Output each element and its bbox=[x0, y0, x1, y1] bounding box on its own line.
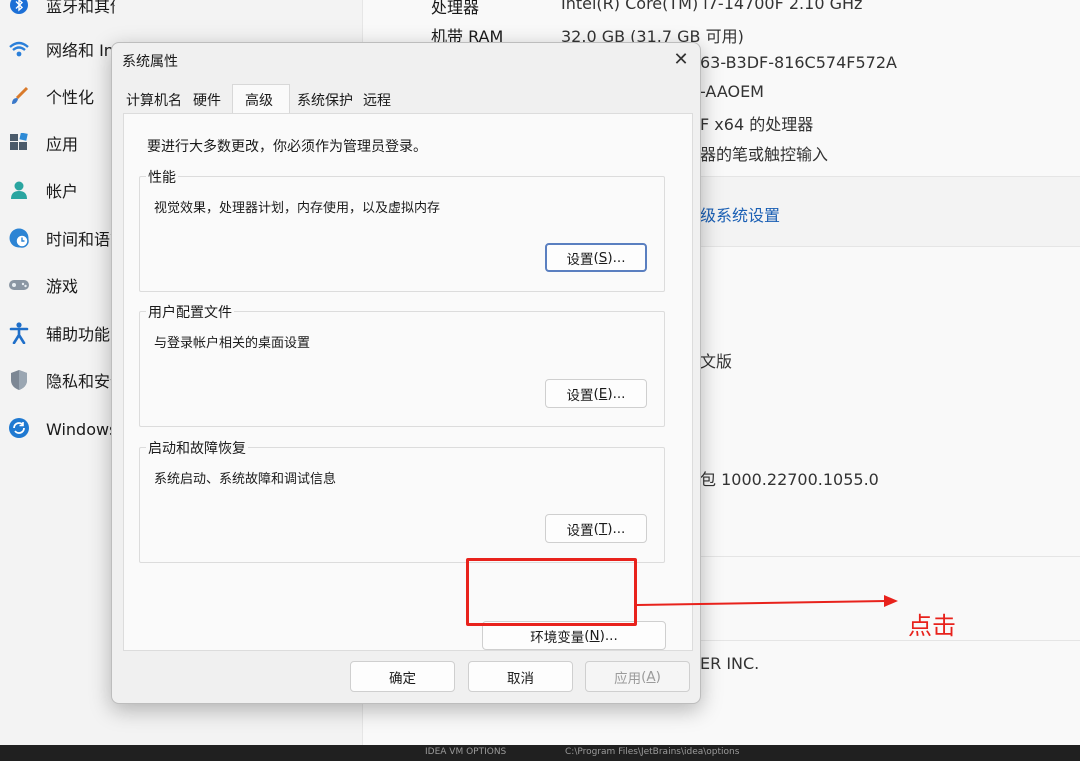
group-title: 性能 bbox=[146, 167, 178, 187]
access-key: T bbox=[598, 520, 608, 537]
company-value: ER INC. bbox=[700, 654, 760, 673]
sidebar-item-privacy[interactable]: 隐私和安全性 bbox=[0, 360, 115, 400]
group-description: 与登录帐户相关的桌面设置 bbox=[154, 336, 311, 351]
group-description: 系统启动、系统故障和调试信息 bbox=[154, 472, 337, 487]
startup-recovery-settings-button[interactable]: 设置(T)... bbox=[545, 514, 647, 543]
startup-recovery-group: 启动和故障恢复 系统启动、系统故障和调试信息 设置(T)... bbox=[139, 438, 665, 563]
button-label: 设置 bbox=[566, 522, 594, 539]
taskbar-item[interactable]: IDEA VM OPTIONS bbox=[425, 747, 506, 757]
sidebar-item-apps[interactable]: 应用 bbox=[0, 123, 115, 163]
taskbar: IDEA VM OPTIONS C:\Program Files\JetBrai… bbox=[0, 745, 1080, 761]
sidebar-item-accounts[interactable]: 帐户 bbox=[0, 170, 115, 210]
highlight-box bbox=[466, 558, 637, 626]
sidebar-item-accessibility[interactable]: 辅助功能 bbox=[0, 313, 115, 353]
sidebar-item-bluetooth[interactable]: 蓝牙和其他设备 bbox=[0, 0, 115, 25]
device-id-value: 63-B3DF-816C574F572A bbox=[700, 53, 897, 72]
shield-icon bbox=[8, 369, 30, 391]
sidebar-item-windows-update[interactable]: Windows 更新 bbox=[0, 408, 115, 448]
user-profiles-group: 用户配置文件 与登录帐户相关的桌面设置 设置(E)... bbox=[139, 302, 665, 427]
user-profiles-settings-button[interactable]: 设置(E)... bbox=[545, 379, 647, 408]
brush-icon bbox=[8, 85, 30, 107]
sidebar-item-gaming[interactable]: 游戏 bbox=[0, 265, 115, 305]
button-label: 确定 bbox=[389, 670, 416, 687]
ok-button[interactable]: 确定 bbox=[350, 661, 455, 692]
button-label: 环境变量 bbox=[530, 629, 585, 646]
tab-remote[interactable]: 远程 bbox=[363, 90, 391, 110]
cancel-button[interactable]: 取消 bbox=[468, 661, 573, 692]
performance-settings-button[interactable]: 设置(S)... bbox=[545, 243, 647, 272]
sidebar-item-label: 隐私和安全性 bbox=[46, 372, 115, 391]
sidebar-item-label: 时间和语言 bbox=[46, 230, 115, 249]
sidebar-item-label: 个性化 bbox=[46, 88, 95, 107]
spec-label: 处理器 bbox=[431, 0, 480, 17]
close-icon[interactable]: ✕ bbox=[668, 47, 694, 71]
button-label: 取消 bbox=[507, 670, 534, 687]
advanced-system-settings-link[interactable]: 级系统设置 bbox=[700, 202, 780, 226]
button-label: 应用 bbox=[614, 670, 642, 687]
taskbar-item[interactable]: C:\Program Files\JetBrains\idea\options bbox=[565, 747, 739, 757]
sidebar-item-label: 蓝牙和其他设备 bbox=[46, 0, 115, 16]
sidebar-item-personalization[interactable]: 个性化 bbox=[0, 76, 115, 116]
tab-system-protection[interactable]: 系统保护 bbox=[297, 90, 353, 110]
accessibility-icon bbox=[8, 322, 30, 344]
access-key: N bbox=[589, 627, 600, 644]
experience-value: 包 1000.22700.1055.0 bbox=[700, 470, 879, 489]
person-icon bbox=[8, 179, 30, 201]
sidebar-item-label: 辅助功能 bbox=[46, 325, 111, 344]
admin-notice: 要进行大多数更改，你必须作为管理员登录。 bbox=[147, 139, 427, 155]
annotation-label: 点击 bbox=[908, 612, 956, 640]
apply-button[interactable]: 应用(A) bbox=[585, 661, 690, 692]
access-key: A bbox=[646, 668, 656, 685]
sidebar-item-time-language[interactable]: 时间和语言 bbox=[0, 218, 115, 258]
wifi-icon bbox=[8, 38, 30, 60]
performance-group: 性能 视觉效果，处理器计划，内存使用，以及虚拟内存 设置(S)... bbox=[139, 167, 665, 292]
settings-sidebar: 蓝牙和其他设备 网络和 Internet 个性化 应用 帐户 时间和语言 游 bbox=[0, 0, 115, 745]
group-title: 启动和故障恢复 bbox=[146, 438, 248, 458]
apps-icon bbox=[8, 132, 30, 154]
pen-touch-value: 器的笔或触控输入 bbox=[700, 145, 829, 164]
sidebar-item-network[interactable]: 网络和 Internet bbox=[0, 29, 115, 69]
tab-advanced[interactable]: 高级 bbox=[245, 90, 273, 110]
sidebar-item-label: 游戏 bbox=[46, 277, 79, 296]
dialog-title: 系统属性 bbox=[122, 54, 178, 70]
bluetooth-icon bbox=[8, 0, 30, 16]
update-icon bbox=[8, 417, 30, 439]
gamepad-icon bbox=[8, 274, 30, 296]
tab-computer-name[interactable]: 计算机名 bbox=[126, 90, 182, 110]
access-key: E bbox=[598, 385, 608, 402]
sidebar-item-label: 应用 bbox=[46, 135, 79, 154]
sidebar-item-label: 网络和 Internet bbox=[46, 41, 115, 60]
sidebar-item-label: 帐户 bbox=[46, 182, 79, 201]
button-label: 设置 bbox=[566, 251, 594, 268]
group-title: 用户配置文件 bbox=[146, 302, 234, 322]
system-type-value: F x64 的处理器 bbox=[700, 115, 814, 134]
spec-value: Intel(R) Core(TM) i7-14700F 2.10 GHz bbox=[561, 0, 863, 13]
product-id-value: -AAOEM bbox=[700, 82, 764, 101]
button-label: 设置 bbox=[566, 387, 594, 404]
group-description: 视觉效果，处理器计划，内存使用，以及虚拟内存 bbox=[154, 201, 441, 216]
sidebar-item-label: Windows 更新 bbox=[46, 420, 115, 439]
access-key: S bbox=[598, 249, 608, 266]
tab-hardware[interactable]: 硬件 bbox=[193, 90, 221, 110]
clock-globe-icon bbox=[8, 227, 30, 249]
edition-value: 文版 bbox=[700, 352, 733, 371]
